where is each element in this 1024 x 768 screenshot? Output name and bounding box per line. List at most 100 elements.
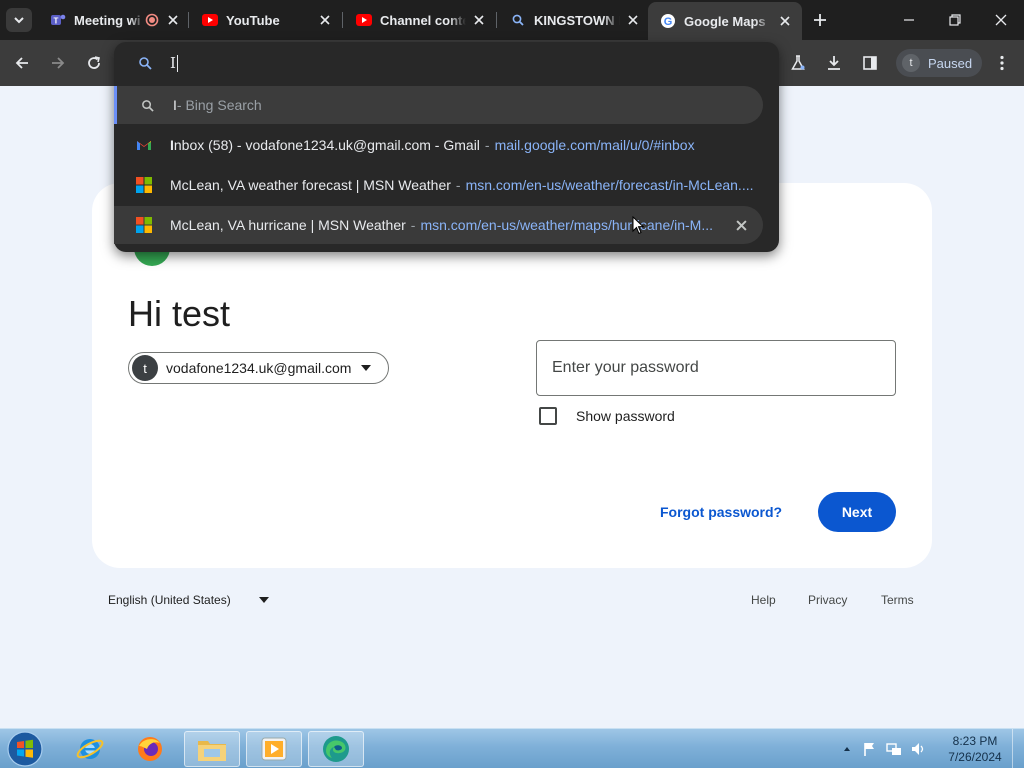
tab-separator bbox=[188, 12, 189, 28]
start-button[interactable] bbox=[4, 731, 46, 767]
password-field[interactable] bbox=[536, 340, 896, 396]
omnibox-dropdown: I I - Bing Search Inbox (58) - vodafone1… bbox=[114, 42, 779, 252]
restore-icon bbox=[949, 14, 961, 26]
microsoft-icon bbox=[136, 177, 152, 193]
back-button[interactable] bbox=[8, 49, 36, 77]
side-panel-button[interactable] bbox=[856, 49, 884, 77]
gmail-icon bbox=[136, 137, 152, 153]
search-icon bbox=[139, 97, 155, 113]
language-selector[interactable]: English (United States) bbox=[108, 593, 269, 607]
downloads-button[interactable] bbox=[820, 49, 848, 77]
youtube-icon bbox=[202, 12, 218, 28]
forgot-password-link[interactable]: Forgot password? bbox=[660, 504, 782, 520]
plus-icon bbox=[814, 14, 826, 26]
search-icon bbox=[510, 12, 526, 28]
remove-suggestion-button[interactable] bbox=[733, 217, 749, 233]
tab-kingstown[interactable]: KINGSTOWN H bbox=[498, 4, 650, 36]
tab-channel-content[interactable]: Channel conte bbox=[344, 4, 496, 36]
close-icon[interactable] bbox=[776, 12, 794, 30]
tab-youtube[interactable]: YouTube bbox=[190, 4, 342, 36]
menu-button[interactable] bbox=[988, 49, 1016, 77]
close-icon[interactable] bbox=[624, 11, 642, 29]
internet-explorer-icon bbox=[76, 739, 104, 759]
clock-date: 7/26/2024 bbox=[948, 750, 1002, 764]
google-icon: G bbox=[660, 13, 676, 29]
windows-taskbar: 8:23 PM 7/26/2024 bbox=[0, 728, 1024, 768]
suggestion-msn-forecast[interactable]: McLean, VA weather forecast | MSN Weathe… bbox=[114, 166, 763, 204]
privacy-link[interactable]: Privacy bbox=[808, 593, 847, 607]
new-tab-button[interactable] bbox=[808, 8, 832, 32]
close-icon[interactable] bbox=[470, 11, 488, 29]
separator-dash: - bbox=[455, 177, 461, 193]
tab-search-button[interactable] bbox=[6, 8, 32, 32]
restore-button[interactable] bbox=[932, 0, 978, 40]
forward-button[interactable] bbox=[44, 49, 72, 77]
minimize-icon bbox=[904, 19, 914, 21]
reload-button[interactable] bbox=[80, 49, 108, 77]
firefox-icon bbox=[138, 737, 162, 761]
minimize-button[interactable] bbox=[886, 0, 932, 40]
address-bar[interactable]: I bbox=[114, 42, 779, 84]
suggestion-gmail[interactable]: Inbox (58) - vodafone1234.uk@gmail.com -… bbox=[114, 126, 763, 164]
profile-button[interactable]: t Paused bbox=[896, 49, 982, 77]
chevron-up-icon[interactable] bbox=[842, 744, 852, 754]
windows-logo-icon bbox=[7, 731, 43, 767]
system-tray bbox=[842, 729, 926, 768]
suggestion-msn-hurricane[interactable]: McLean, VA hurricane | MSN Weather - msn.c… bbox=[114, 206, 763, 244]
volume-icon[interactable] bbox=[910, 741, 926, 757]
file-explorer-icon bbox=[198, 741, 226, 761]
language-label: English (United States) bbox=[108, 593, 231, 607]
account-chooser[interactable]: t vodafone1234.uk@gmail.com bbox=[128, 352, 389, 384]
svg-text:T: T bbox=[54, 17, 59, 26]
mouse-cursor-icon bbox=[632, 216, 644, 235]
show-password-label[interactable]: Show password bbox=[576, 408, 675, 424]
close-icon[interactable] bbox=[316, 11, 334, 29]
tab-separator bbox=[342, 12, 343, 28]
network-icon[interactable] bbox=[886, 741, 902, 757]
account-email: vodafone1234.uk@gmail.com bbox=[166, 360, 352, 376]
more-vert-icon bbox=[1000, 55, 1004, 71]
arrow-right-icon bbox=[52, 57, 65, 69]
close-icon bbox=[735, 219, 747, 231]
help-link[interactable]: Help bbox=[751, 593, 776, 607]
next-button[interactable]: Next bbox=[818, 492, 896, 532]
edge-icon bbox=[323, 736, 349, 762]
youtube-icon bbox=[356, 12, 372, 28]
download-icon bbox=[828, 56, 840, 70]
separator-dash: - bbox=[484, 137, 490, 153]
suggestion-bing-search[interactable]: I - Bing Search bbox=[114, 86, 763, 124]
page-title: Hi test bbox=[128, 293, 231, 334]
arrow-left-icon bbox=[15, 57, 28, 69]
caret-down-icon bbox=[258, 597, 269, 603]
svg-text:G: G bbox=[664, 16, 673, 28]
tab-google-maps[interactable]: G Google Maps bbox=[648, 2, 802, 40]
close-icon bbox=[995, 14, 1007, 26]
close-window-button[interactable] bbox=[978, 0, 1024, 40]
flask-icon bbox=[791, 55, 805, 70]
teams-icon: T bbox=[50, 12, 66, 28]
taskbar-edge[interactable] bbox=[308, 731, 364, 767]
avatar: t bbox=[132, 355, 158, 381]
taskbar-media-player[interactable] bbox=[246, 731, 302, 767]
clock-time: 8:23 PM bbox=[952, 734, 998, 748]
recording-icon bbox=[144, 12, 160, 28]
show-desktop-button[interactable] bbox=[1012, 729, 1024, 768]
address-bar-text: I bbox=[170, 54, 176, 72]
search-icon bbox=[139, 57, 152, 70]
microsoft-icon bbox=[136, 217, 152, 233]
chevron-down-icon bbox=[14, 17, 24, 24]
flag-icon[interactable] bbox=[862, 741, 878, 757]
show-password-checkbox[interactable] bbox=[539, 407, 557, 425]
separator-dash: - bbox=[410, 217, 416, 233]
taskbar-internet-explorer[interactable] bbox=[62, 731, 118, 767]
tab-strip: T Meeting wi YouTube Channel conte KINGS… bbox=[0, 0, 1024, 40]
taskbar-file-explorer[interactable] bbox=[184, 731, 240, 767]
taskbar-firefox[interactable] bbox=[122, 731, 178, 767]
text-caret bbox=[176, 54, 178, 72]
labs-button[interactable] bbox=[784, 49, 812, 77]
close-icon[interactable] bbox=[164, 11, 182, 29]
terms-link[interactable]: Terms bbox=[881, 593, 914, 607]
system-clock[interactable]: 8:23 PM 7/26/2024 bbox=[940, 733, 1010, 765]
tab-meeting[interactable]: T Meeting wi bbox=[38, 4, 190, 36]
media-player-icon bbox=[261, 737, 287, 761]
